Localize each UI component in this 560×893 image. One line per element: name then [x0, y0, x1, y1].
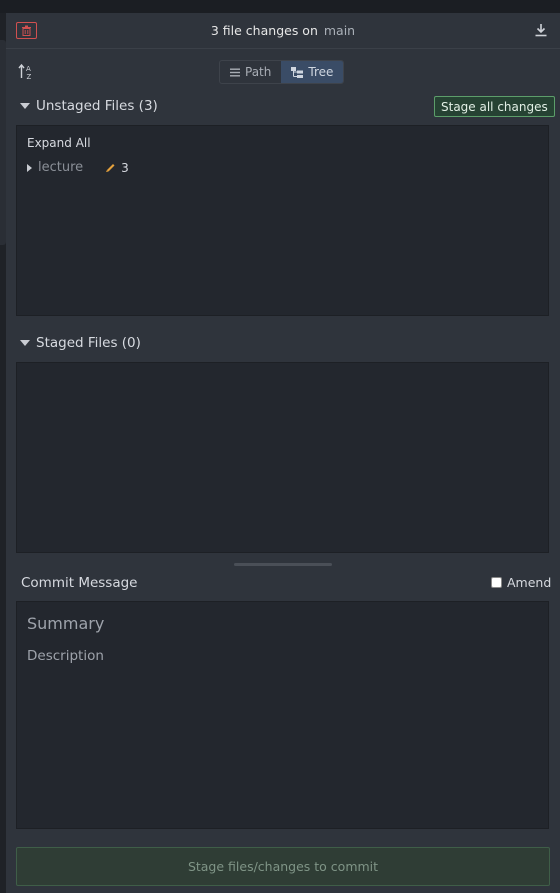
list-icon: [230, 68, 240, 76]
expand-all-link[interactable]: Expand All: [27, 136, 91, 150]
unstaged-title: Unstaged Files (3): [36, 98, 158, 114]
staged-files-list: [16, 362, 549, 553]
unstaged-section-header[interactable]: Unstaged Files (3): [20, 98, 158, 114]
chevron-down-icon: [20, 103, 30, 109]
tree-folder-row[interactable]: lecture 3: [27, 160, 129, 175]
panel-header: 3 file changes on main: [6, 13, 560, 49]
branch-name: main: [323, 23, 356, 38]
amend-label: Amend: [507, 575, 552, 590]
description-input[interactable]: Description: [27, 648, 104, 664]
view-mode-toggle: Path Tree: [219, 60, 345, 84]
svg-text:Z: Z: [27, 73, 32, 81]
resize-handle[interactable]: [234, 563, 332, 566]
file-changes-count-text: 3 file changes on: [210, 23, 318, 38]
staged-title: Staged Files (0): [36, 335, 141, 351]
changes-summary-title: 3 file changes on main: [6, 23, 560, 38]
checkbox-icon[interactable]: [491, 577, 502, 588]
pencil-icon: [105, 162, 116, 173]
tree-icon: [291, 66, 304, 78]
stage-all-button[interactable]: Stage all changes: [434, 96, 555, 117]
chevron-down-icon: [20, 340, 30, 346]
download-icon[interactable]: [534, 23, 548, 37]
summary-input[interactable]: Summary: [27, 614, 104, 633]
chevron-right-icon[interactable]: [27, 163, 32, 172]
modified-count: 3: [121, 160, 129, 175]
tab-path-label: Path: [245, 65, 272, 79]
tab-tree-label: Tree: [308, 65, 334, 79]
tab-path[interactable]: Path: [220, 61, 281, 83]
amend-checkbox[interactable]: Amend: [491, 575, 551, 590]
svg-text:A: A: [26, 65, 31, 73]
commit-button[interactable]: Stage files/changes to commit: [16, 847, 550, 886]
sort-alpha-icon[interactable]: A Z: [18, 63, 36, 81]
tab-tree[interactable]: Tree: [281, 61, 344, 83]
folder-name: lecture: [38, 160, 84, 175]
unstaged-files-list: Expand All lecture 3: [16, 125, 549, 316]
changes-panel: 3 file changes on main A Z Path Tree Uns…: [6, 13, 560, 893]
staged-section-header[interactable]: Staged Files (0): [20, 335, 141, 351]
commit-message-editor[interactable]: Summary Description: [16, 601, 549, 829]
window-top-strip: [0, 0, 560, 13]
commit-message-label: Commit Message: [21, 575, 138, 591]
